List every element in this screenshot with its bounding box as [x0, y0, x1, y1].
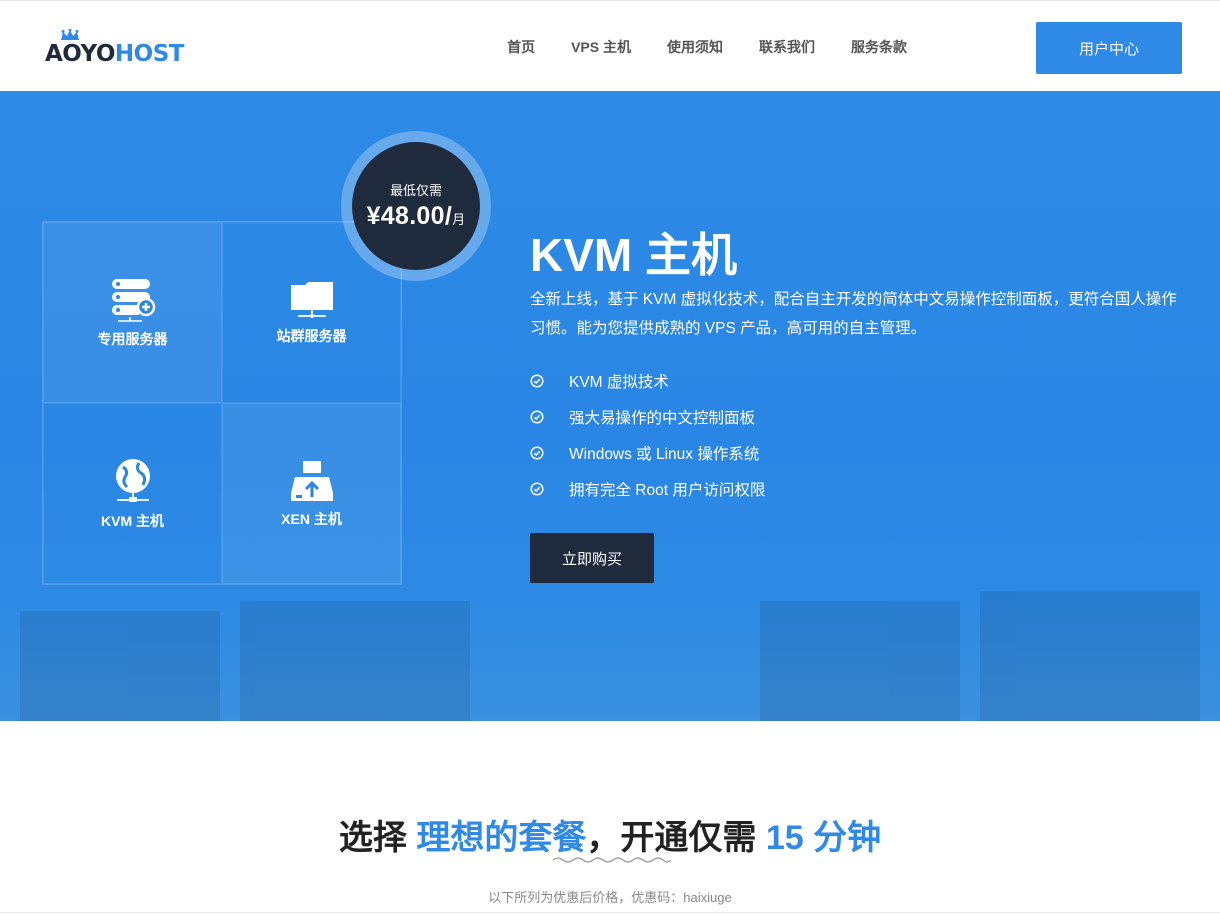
price-badge-label: 最低仅需	[389, 183, 442, 198]
crown-icon	[61, 29, 79, 40]
feature-text: 拥有完全 Root 用户访问权限	[569, 482, 766, 499]
brand-logo[interactable]: AOYO HOST	[45, 29, 185, 67]
price-unit: 月	[452, 212, 466, 227]
nav-item-contact[interactable]: 联系我们	[759, 37, 815, 57]
buy-now-button[interactable]: 立即购买	[530, 533, 654, 583]
feature-list: KVM 虚拟技术 强大易操作的中文控制面板 Windows 或 Linux 操作…	[530, 363, 765, 507]
product-label: KVM 主机	[101, 512, 164, 529]
server-rack-background	[0, 561, 1220, 721]
nav-item-home[interactable]: 首页	[507, 37, 535, 57]
feature-item: KVM 虚拟技术	[530, 363, 765, 399]
feature-text: Windows 或 Linux 操作系统	[569, 446, 760, 463]
check-circle-icon	[530, 446, 544, 460]
section-title: 选择 理想的套餐，开通仅需 15 分钟	[0, 810, 1220, 859]
section-title-part1: 选择	[338, 819, 417, 857]
site-header: AOYO HOST 首页 VPS 主机 使用须知 联系我们 服务条款 用户中心	[0, 0, 1220, 91]
check-circle-icon	[530, 374, 544, 388]
section-title-part2: 理想的套餐	[416, 819, 587, 857]
product-label: 专用服务器	[97, 330, 168, 347]
user-center-button[interactable]: 用户中心	[1036, 22, 1182, 74]
section-subtitle: 以下所列为优惠后价格，优惠码：haixiuge	[488, 890, 732, 905]
section-title-part3: ，开通仅需	[586, 819, 766, 857]
main-nav: 首页 VPS 主机 使用须知 联系我们 服务条款	[507, 37, 907, 57]
brand-name-part1: AOYO	[45, 41, 115, 67]
price-badge-value: ¥48.00/月	[352, 202, 480, 231]
feature-text: 强大易操作的中文控制面板	[569, 410, 756, 427]
drive-upload-icon	[290, 460, 333, 501]
check-circle-icon	[530, 482, 544, 496]
wave-divider-icon	[553, 857, 671, 863]
hero-banner: 专用服务器 站群服务器 KVM 主机 XEN 主机 最低仅需 ¥48.00/月 …	[0, 91, 1220, 721]
feature-item: 拥有完全 Root 用户访问权限	[530, 471, 765, 507]
hero-title: KVM 主机	[530, 229, 737, 281]
globe-network-icon	[115, 458, 150, 502]
check-circle-icon	[530, 410, 544, 424]
feature-item: 强大易操作的中文控制面板	[530, 399, 765, 435]
hero-description: 全新上线，基于 KVM 虚拟化技术，配合自主开发的简体中文易操作控制面板，更符合…	[530, 291, 1177, 337]
product-label: XEN 主机	[281, 510, 342, 527]
product-grid: 专用服务器 站群服务器 KVM 主机 XEN 主机	[42, 221, 402, 585]
product-label: 站群服务器	[276, 327, 347, 344]
feature-text: KVM 虚拟技术	[569, 374, 669, 391]
nav-item-vps[interactable]: VPS 主机	[571, 37, 631, 57]
price-amount: ¥48.00/	[366, 202, 453, 230]
divider	[0, 912, 1220, 913]
price-badge: 最低仅需 ¥48.00/月	[352, 142, 480, 270]
server-add-icon	[111, 278, 155, 322]
nav-item-terms[interactable]: 服务条款	[851, 37, 907, 57]
nav-item-notice[interactable]: 使用须知	[667, 37, 723, 57]
product-dedicated-server[interactable]: 专用服务器	[43, 222, 222, 403]
folder-network-icon	[290, 281, 333, 318]
brand-name-part2: HOST	[114, 41, 185, 67]
product-kvm-host[interactable]: KVM 主机	[43, 403, 222, 584]
section-title-part4: 15 分钟	[765, 819, 882, 857]
product-xen-host[interactable]: XEN 主机	[222, 403, 401, 584]
feature-item: Windows 或 Linux 操作系统	[530, 435, 765, 471]
